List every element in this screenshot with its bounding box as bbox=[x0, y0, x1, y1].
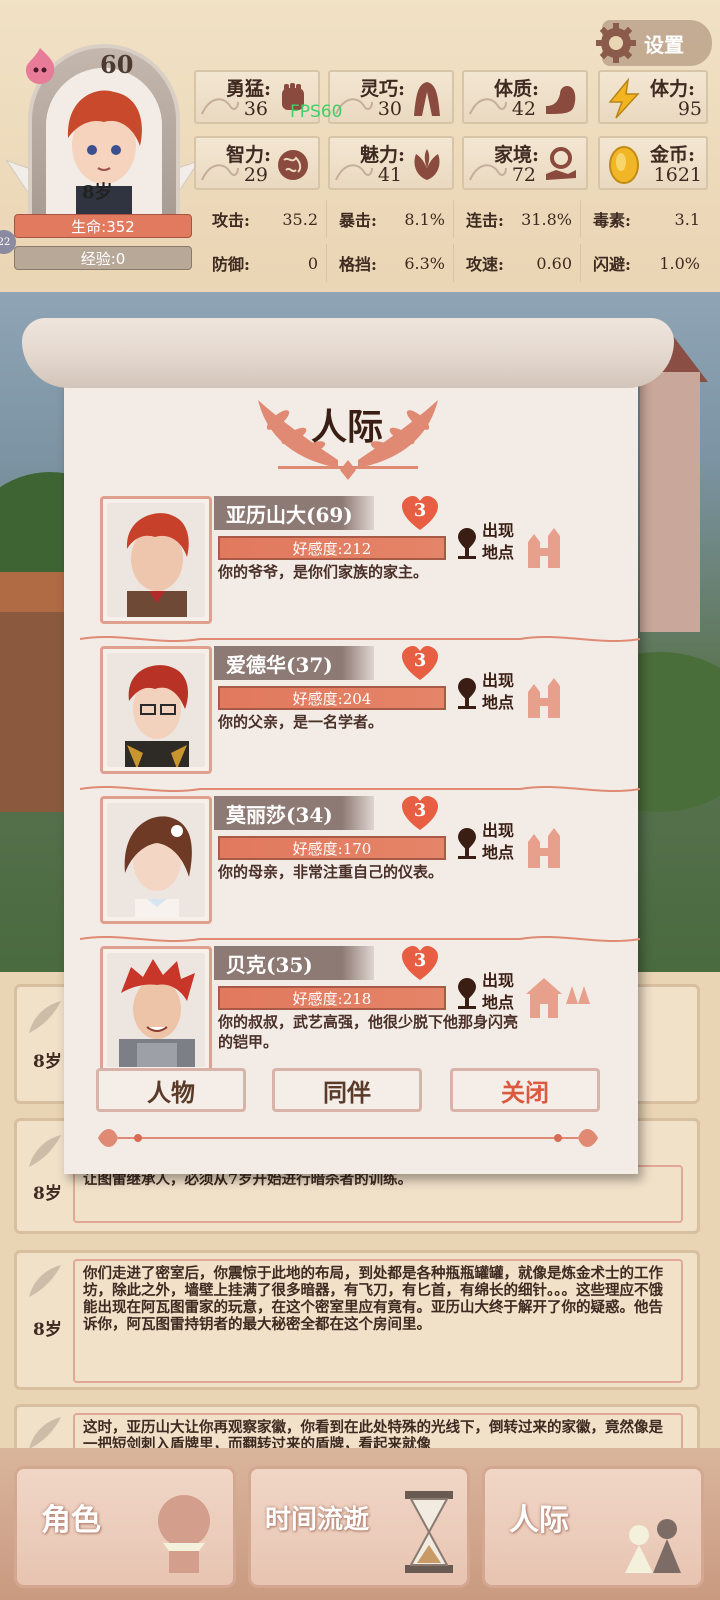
settings-label: 设置 bbox=[644, 32, 684, 57]
house-trees-icon[interactable] bbox=[524, 974, 590, 1018]
combat-stats-row-2: 防御: 0 格挡: 6.3% 攻速: 0.60 闪避: 1.0% bbox=[200, 244, 710, 282]
avatar bbox=[100, 796, 212, 924]
person-name: 贝克(35) bbox=[214, 946, 374, 980]
scroll-roll bbox=[22, 318, 674, 388]
flower-ornament bbox=[98, 1129, 598, 1147]
avatar bbox=[100, 496, 212, 624]
castle-icon[interactable] bbox=[524, 524, 564, 568]
avatar bbox=[100, 646, 212, 774]
divider-ornament bbox=[80, 636, 640, 642]
relationship-card[interactable]: 莫丽莎(34) 3 好感度:170 你的母亲，非常注重自己的仪表。 出现 地点 bbox=[80, 796, 640, 942]
fps-counter: FPS60 bbox=[290, 102, 343, 122]
person-name: 莫丽莎(34) bbox=[214, 796, 374, 830]
stat-defense: 防御: 0 bbox=[200, 244, 327, 282]
combat-stats-row-1: 攻击: 35.2 暴击: 8.1% 连击: 31.8% 毒素: 3.1 bbox=[200, 200, 710, 238]
feather-icon bbox=[29, 1265, 61, 1297]
castle-icon[interactable] bbox=[524, 674, 564, 718]
location-label[interactable]: 出现 地点 bbox=[482, 970, 514, 1014]
person-description: 你的父亲，是一名学者。 bbox=[218, 713, 384, 731]
cloak-icon bbox=[414, 82, 440, 116]
relationship-card[interactable]: 爱德华(37) 3 好感度:204 你的父亲，是一名学者。 出现 地点 bbox=[80, 646, 640, 792]
bottom-nav: 角色 时间流逝 人际 bbox=[0, 1448, 720, 1600]
stat-dodge: 闪避: 1.0% bbox=[593, 253, 700, 275]
nav-relationships-button[interactable]: 人际 bbox=[482, 1466, 704, 1588]
nav-character-button[interactable]: 角色 bbox=[14, 1466, 236, 1588]
divider-ornament bbox=[80, 786, 640, 792]
favor-bar: 好感度:170 bbox=[218, 836, 446, 860]
attr-charm: 魅力: 41 bbox=[328, 136, 454, 190]
relationships-modal: 人际 亚历山大(69) 3 好感度:212 你的爷爷，是你们家族的家主。 出现地… bbox=[22, 318, 674, 1178]
settings-button[interactable]: 设置 bbox=[596, 20, 712, 66]
gear-icon bbox=[596, 23, 636, 63]
hp-bar: 生命:352 bbox=[14, 214, 192, 238]
location-label[interactable]: 出现 地点 bbox=[482, 670, 514, 714]
castle-icon[interactable] bbox=[524, 824, 564, 868]
person-description: 你的母亲，非常注重自己的仪表。 bbox=[218, 863, 444, 881]
attr-family-wealth: 家境: 72 bbox=[462, 136, 588, 190]
attr-constitution: 体质: 42 bbox=[462, 70, 588, 124]
log-entry: 8岁 你们走进了密室后，你震惊于此地的布局，到处都是各种瓶瓶罐罐，就像是炼金术士… bbox=[14, 1250, 700, 1390]
stat-combo: 连击: 31.8% bbox=[454, 200, 581, 238]
relationship-card[interactable]: 亚历山大(69) 3 好感度:212 你的爷爷，是你们家族的家主。 出现 地点 bbox=[80, 496, 640, 642]
flower-bud-icon bbox=[414, 149, 440, 180]
favor-bar: 好感度:212 bbox=[218, 536, 446, 560]
location-marker-icon bbox=[458, 528, 476, 559]
brain-icon bbox=[278, 150, 308, 180]
companions-button[interactable]: 同伴 bbox=[272, 1068, 422, 1112]
feather-icon bbox=[29, 1417, 61, 1449]
stat-block: 格挡: 6.3% bbox=[327, 244, 454, 282]
modal-title: 人际 bbox=[310, 406, 383, 448]
characters-button[interactable]: 人物 bbox=[96, 1068, 246, 1112]
character-bust-icon bbox=[158, 1495, 210, 1573]
nav-time-pass-button[interactable]: 时间流逝 bbox=[248, 1466, 470, 1588]
favor-bar: 好感度:218 bbox=[218, 986, 446, 1010]
res-gold: 金币: 1621 bbox=[598, 136, 708, 190]
stats-panel: 设置 60 8岁 22 生命:352 经验:0 勇猛: 36 灵巧: 30 体质… bbox=[0, 0, 720, 292]
avatar bbox=[100, 946, 212, 1074]
favor-bar: 好感度:204 bbox=[218, 686, 446, 710]
people-pawns-icon bbox=[625, 1519, 681, 1573]
location-label[interactable]: 出现 地点 bbox=[482, 820, 514, 864]
person-name: 爱德华(37) bbox=[214, 646, 374, 680]
lightning-icon bbox=[608, 78, 640, 119]
spirit-flame-icon bbox=[26, 48, 55, 84]
muscle-arm-icon bbox=[546, 86, 576, 114]
stat-poison: 毒素: 3.1 bbox=[593, 209, 700, 231]
person-description: 你的叔叔，武艺高强，他很少脱下他那身闪亮的铠甲。 bbox=[218, 1013, 519, 1051]
stat-attack-speed: 攻速: 0.60 bbox=[454, 244, 581, 282]
player-age: 8岁 bbox=[82, 182, 113, 203]
person-description: 你的爷爷，是你们家族的家主。 bbox=[218, 563, 429, 581]
relationship-card[interactable]: 贝克(35) 3 好感度:218 你的叔叔，武艺高强，他很少脱下他那身闪亮的铠甲… bbox=[100, 946, 620, 1086]
location-label[interactable]: 出现 地点 bbox=[482, 520, 514, 564]
location-marker-icon bbox=[458, 978, 476, 1009]
attr-intelligence: 智力: 29 bbox=[194, 136, 320, 190]
res-stamina: 体力: 95 bbox=[598, 70, 708, 124]
exp-bar: 经验:0 bbox=[14, 246, 192, 270]
coin-hand-icon bbox=[546, 147, 576, 180]
person-name: 亚历山大(69) bbox=[214, 496, 374, 530]
hourglass-icon bbox=[405, 1491, 453, 1573]
location-marker-icon bbox=[458, 678, 476, 709]
player-level: 60 bbox=[100, 50, 134, 79]
stat-attack: 攻击: 35.2 bbox=[200, 200, 327, 238]
stat-crit: 暴击: 8.1% bbox=[327, 200, 454, 238]
location-marker-icon bbox=[458, 828, 476, 859]
close-button[interactable]: 关闭 bbox=[450, 1068, 600, 1112]
attr-dexterity: 灵巧: 30 bbox=[328, 70, 454, 124]
divider-ornament bbox=[80, 936, 640, 942]
gold-coin-icon bbox=[609, 146, 639, 184]
